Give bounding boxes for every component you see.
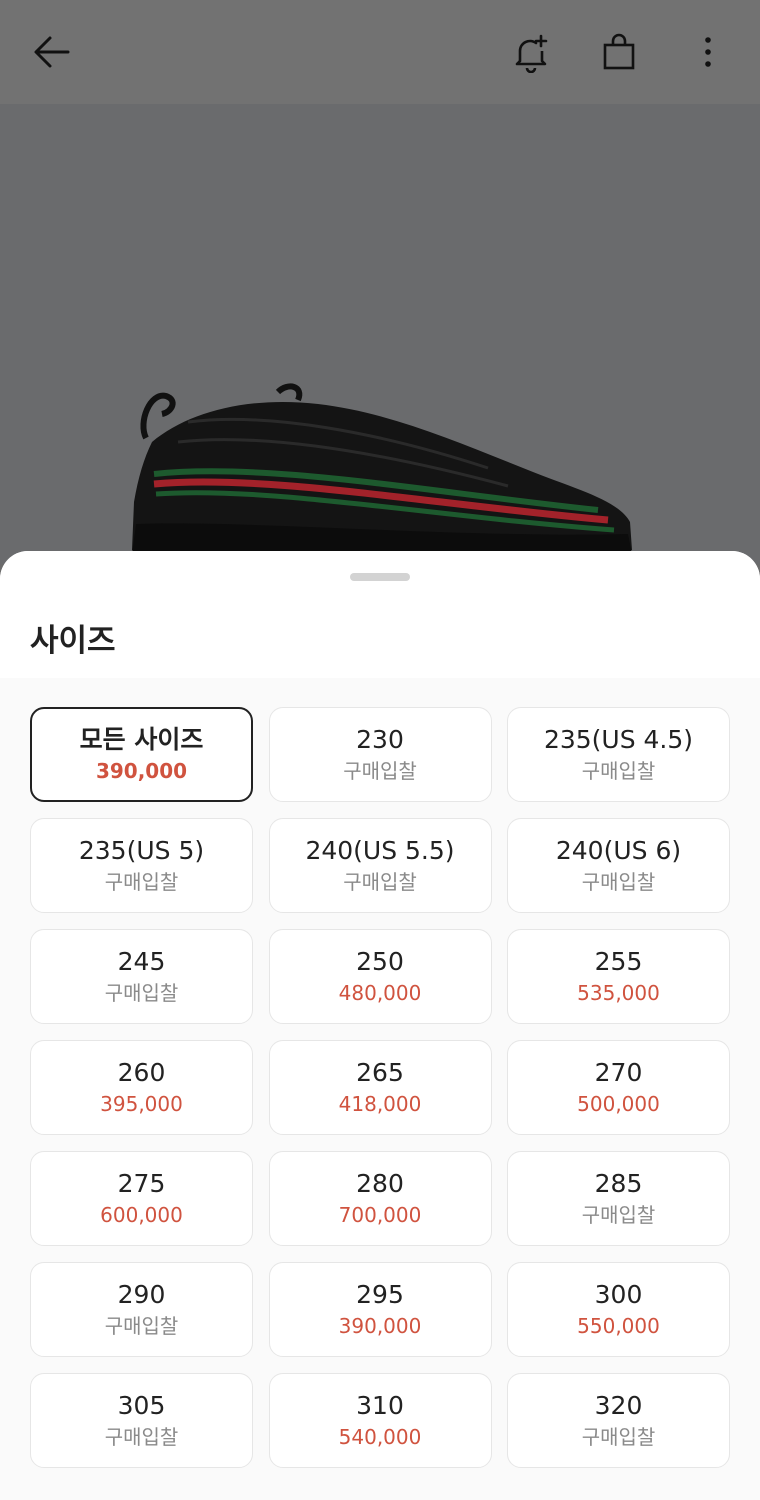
size-bid-label: 구매입찰 (581, 1203, 656, 1227)
size-option-13[interactable]: 280 700,000 (268, 1151, 492, 1246)
size-option-3[interactable]: 235(US 5) 구매입찰 (30, 818, 253, 913)
size-option-18[interactable]: 305 구매입찰 (30, 1373, 253, 1468)
size-label: 245 (117, 947, 166, 976)
size-option-20[interactable]: 320 구매입찰 (507, 1373, 730, 1468)
size-option-4[interactable]: 240(US 5.5) 구매입찰 (268, 818, 492, 913)
size-label: 320 (594, 1391, 643, 1420)
size-label: 270 (594, 1058, 643, 1087)
size-label: 255 (594, 947, 643, 976)
size-option-15[interactable]: 290 구매입찰 (30, 1262, 253, 1357)
size-option-0[interactable]: 모든 사이즈 390,000 (30, 707, 253, 802)
size-label: 230 (356, 725, 404, 754)
product-image-area (0, 104, 760, 564)
size-option-14[interactable]: 285 구매입찰 (507, 1151, 730, 1246)
size-option-11[interactable]: 270 500,000 (507, 1040, 730, 1135)
size-option-16[interactable]: 295 390,000 (268, 1262, 492, 1357)
size-label: 265 (356, 1058, 404, 1087)
size-price: 550,000 (577, 1314, 660, 1338)
size-label: 235(US 4.5) (543, 725, 694, 754)
sheet-title: 사이즈 (30, 623, 116, 659)
size-bid-label: 구매입찰 (343, 759, 417, 783)
size-price: 418,000 (338, 1092, 422, 1116)
size-label: 290 (117, 1280, 166, 1309)
shopping-bag-icon[interactable] (597, 30, 641, 74)
size-label: 285 (594, 1169, 643, 1198)
size-label: 260 (117, 1058, 166, 1087)
size-bottom-sheet: 사이즈 모든 사이즈 390,000 230 구매입찰 235(US 4.5) 구매입찰 2… (0, 551, 760, 1500)
size-price: 535,000 (577, 981, 660, 1005)
size-option-5[interactable]: 240(US 6) 구매입찰 (507, 818, 730, 913)
size-label: 모든 사이즈 (79, 725, 204, 754)
size-bid-label: 구매입찰 (104, 981, 179, 1005)
size-label: 235(US 5) (78, 836, 205, 865)
size-price: 390,000 (338, 1314, 422, 1338)
size-label: 275 (117, 1169, 166, 1198)
bell-plus-icon[interactable] (509, 30, 553, 74)
size-option-19[interactable]: 310 540,000 (268, 1373, 492, 1468)
size-bid-label: 구매입찰 (104, 870, 179, 894)
size-option-10[interactable]: 265 418,000 (268, 1040, 492, 1135)
size-option-8[interactable]: 255 535,000 (507, 929, 730, 1024)
size-option-9[interactable]: 260 395,000 (30, 1040, 253, 1135)
size-price: 480,000 (338, 981, 422, 1005)
size-price: 540,000 (338, 1425, 422, 1449)
size-bid-label: 구매입찰 (581, 870, 656, 894)
size-price: 390,000 (95, 759, 188, 783)
size-price: 700,000 (338, 1203, 422, 1227)
size-price: 500,000 (577, 1092, 660, 1116)
size-label: 280 (356, 1169, 404, 1198)
sheet-header: 사이즈 (0, 551, 760, 678)
size-bid-label: 구매입찰 (581, 1425, 656, 1449)
size-option-2[interactable]: 235(US 4.5) 구매입찰 (507, 707, 730, 802)
size-label: 310 (356, 1391, 404, 1420)
size-bid-label: 구매입찰 (104, 1314, 179, 1338)
size-option-6[interactable]: 245 구매입찰 (30, 929, 253, 1024)
size-label: 250 (356, 947, 404, 976)
drag-handle[interactable] (350, 573, 410, 581)
top-bar (0, 0, 760, 104)
size-price: 395,000 (100, 1092, 183, 1116)
size-bid-label: 구매입찰 (104, 1425, 179, 1449)
product-shoe-image (132, 383, 632, 554)
size-label: 305 (117, 1391, 166, 1420)
size-price: 600,000 (100, 1203, 183, 1227)
back-arrow-icon[interactable] (30, 30, 74, 74)
size-label: 295 (356, 1280, 404, 1309)
more-vertical-icon[interactable] (686, 30, 730, 74)
size-option-17[interactable]: 300 550,000 (507, 1262, 730, 1357)
size-label: 240(US 6) (555, 836, 682, 865)
size-grid: 모든 사이즈 390,000 230 구매입찰 235(US 4.5) 구매입찰 235(U… (30, 707, 730, 1468)
size-label: 240(US 5.5) (305, 836, 455, 865)
size-option-7[interactable]: 250 480,000 (268, 929, 492, 1024)
size-bid-label: 구매입찰 (581, 759, 656, 783)
size-option-1[interactable]: 230 구매입찰 (268, 707, 492, 802)
size-label: 300 (594, 1280, 643, 1309)
size-bid-label: 구매입찰 (343, 870, 417, 894)
size-option-12[interactable]: 275 600,000 (30, 1151, 253, 1246)
